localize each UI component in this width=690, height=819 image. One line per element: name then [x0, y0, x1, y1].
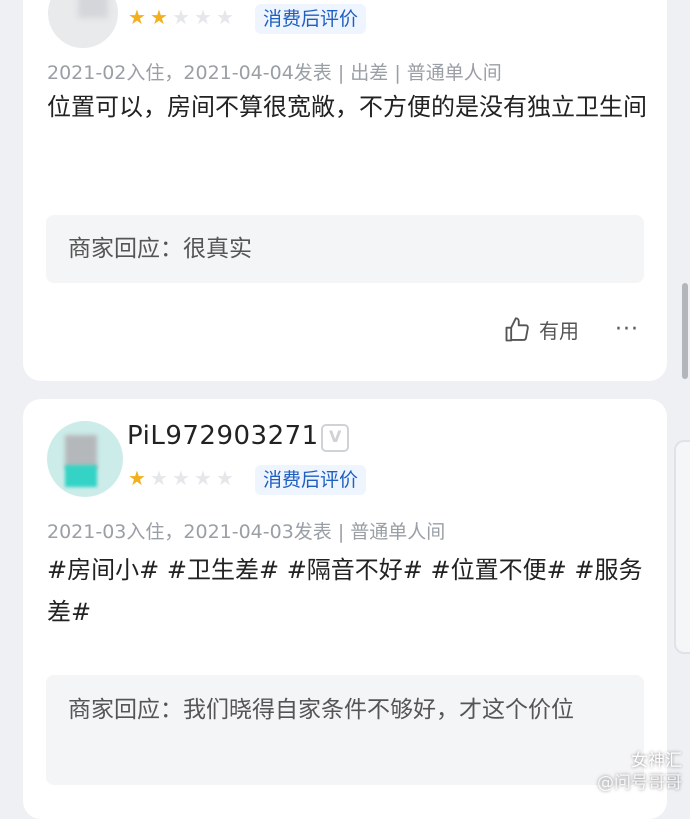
star-empty-icon: ★ [194, 466, 212, 490]
merchant-reply: 商家回应：我们晓得自家条件不够好，才这个价位 [46, 675, 644, 785]
merchant-reply: 商家回应：很真实 [46, 215, 644, 283]
more-options-button[interactable]: ··· [615, 319, 639, 341]
merchant-reply-text: 商家回应：我们晓得自家条件不够好，才这个价位 [68, 697, 574, 723]
scrollbar[interactable] [682, 283, 688, 379]
watermark: 女神汇 @问号哥哥 [597, 750, 682, 794]
useful-button[interactable]: 有用 [503, 315, 579, 344]
review-card: ★ ★ ★ ★ ★ 消费后评价 2021-02入住，2021-04-04发表 |… [23, 0, 667, 381]
star-empty-icon: ★ [194, 5, 212, 29]
thumbs-up-icon [505, 316, 529, 341]
review-text: #房间小# #卫生差# #隔音不好# #位置不便# #服务差# [47, 556, 643, 626]
star-filled-icon: ★ [128, 466, 146, 490]
useful-label: 有用 [539, 319, 579, 343]
rating-stars: ★ ★ ★ ★ ★ [127, 6, 235, 28]
verified-review-badge: 消费后评价 [255, 4, 367, 34]
star-empty-icon: ★ [150, 466, 168, 490]
review-card: PiL972903271 V ★ ★ ★ ★ ★ 消费后评价 2021-03入住… [23, 399, 667, 819]
review-meta: 2021-02入住，2021-04-04发表 | 出差 | 普通单人间 [47, 62, 502, 84]
star-empty-icon: ★ [216, 5, 234, 29]
review-text: 位置可以，房间不算很宽敞，不方便的是没有独立卫生间 [47, 93, 647, 121]
rating-stars: ★ ★ ★ ★ ★ [127, 467, 235, 489]
verified-review-badge: 消费后评价 [255, 465, 367, 495]
review-meta: 2021-03入住，2021-04-03发表 | 普通单人间 [47, 521, 446, 543]
star-filled-icon: ★ [150, 5, 168, 29]
username[interactable]: PiL972903271 [127, 421, 319, 451]
side-drawer-handle[interactable] [674, 440, 690, 654]
star-empty-icon: ★ [172, 5, 190, 29]
avatar[interactable] [48, 0, 118, 48]
watermark-title: 女神汇 [631, 751, 682, 771]
star-empty-icon: ★ [216, 466, 234, 490]
member-level-icon: V [321, 424, 349, 452]
watermark-author: @问号哥哥 [597, 773, 682, 793]
merchant-reply-text: 商家回应：很真实 [68, 236, 252, 262]
star-empty-icon: ★ [172, 466, 190, 490]
star-filled-icon: ★ [128, 5, 146, 29]
avatar[interactable] [47, 421, 123, 497]
